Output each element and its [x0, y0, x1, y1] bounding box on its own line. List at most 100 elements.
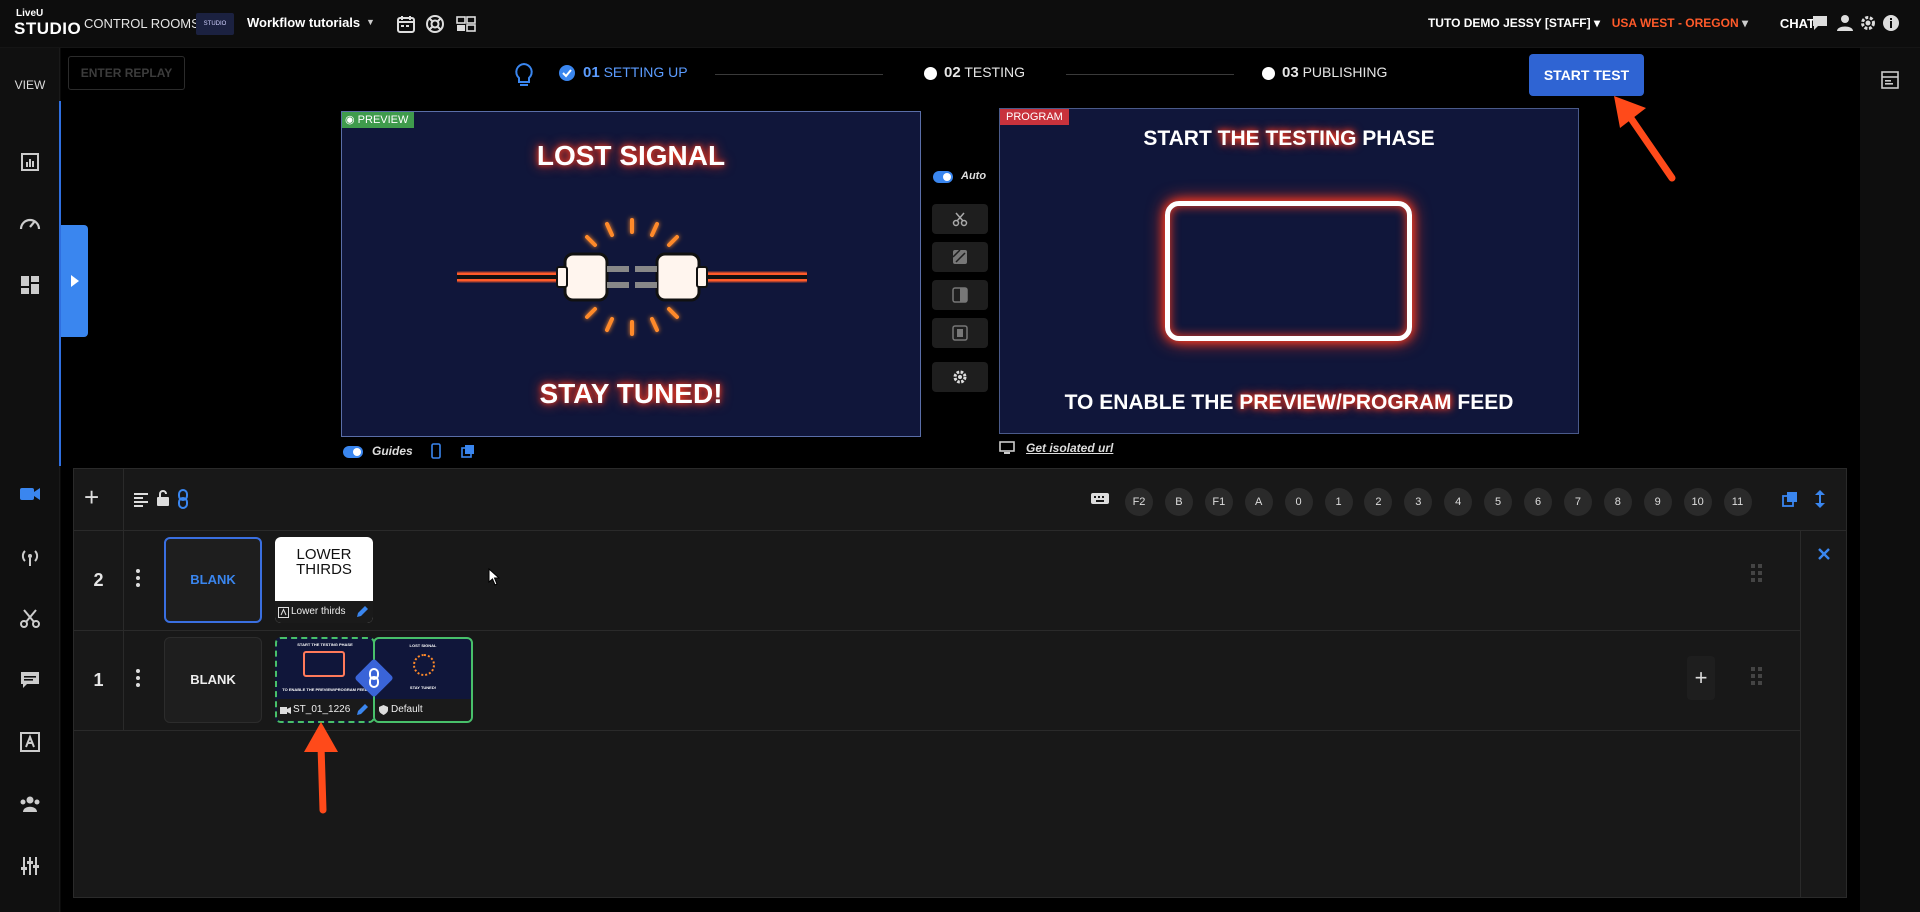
card-mini-text: LOST SIGNAL — [409, 643, 437, 648]
hotkey-button[interactable]: 10 — [1683, 488, 1712, 516]
hotkey-button[interactable]: 3 — [1404, 488, 1433, 516]
control-rooms-link[interactable]: CONTROL ROOMS — [84, 16, 200, 31]
gear-icon[interactable] — [1859, 14, 1877, 32]
broadcast-icon[interactable] — [18, 544, 42, 568]
scissors-icon[interactable] — [18, 606, 42, 630]
liveu-studio-logo[interactable]: LiveU STUDIO — [14, 8, 81, 40]
comment-icon[interactable] — [18, 668, 42, 692]
step-publishing[interactable]: 03 PUBLISHING — [1282, 64, 1387, 81]
view-label[interactable]: VIEW — [0, 78, 60, 92]
cut-transition-button[interactable] — [932, 204, 988, 234]
sidebar-expander[interactable] — [61, 225, 88, 337]
keyboard-icon[interactable] — [1090, 491, 1110, 507]
enter-replay-button[interactable]: ENTER REPLAY — [68, 56, 185, 90]
edit-pencil-icon[interactable] — [355, 605, 369, 619]
wipe-transition-button[interactable] — [932, 280, 988, 310]
link-icon[interactable] — [177, 489, 189, 509]
resize-vertical-icon[interactable] — [1814, 489, 1826, 509]
lightbulb-icon[interactable] — [513, 62, 535, 88]
text-icon[interactable] — [18, 730, 42, 754]
hotkey-button[interactable]: F1 — [1204, 488, 1233, 516]
step-dot — [1262, 67, 1275, 80]
calendar-icon[interactable] — [395, 13, 417, 35]
hotkey-button[interactable]: 1 — [1324, 488, 1353, 516]
program-subline-part: FEED — [1451, 391, 1514, 414]
annotation-arrow-icon — [304, 722, 338, 814]
hotkey-button[interactable]: 5 — [1484, 488, 1513, 516]
card-mini-text: TO ENABLE THE PREVIEW/PROGRAM FEED — [282, 687, 368, 692]
step-testing[interactable]: 02 TESTING — [944, 64, 1025, 81]
user-menu[interactable]: TUTO DEMO JESSY [STAFF] ▾ — [1428, 16, 1600, 30]
step-setting-up[interactable]: 01 SETTING UP — [583, 64, 688, 81]
hotkey-button[interactable]: A — [1244, 488, 1273, 516]
close-icon[interactable] — [1817, 547, 1831, 561]
step-number: 02 — [944, 64, 961, 81]
preview-monitor[interactable]: ◉ PREVIEW LOST SIGNAL STAY TUNED! — [341, 111, 921, 437]
info-icon[interactable] — [1882, 14, 1900, 32]
hotkey-button[interactable]: 0 — [1284, 488, 1313, 516]
lifebuoy-icon[interactable] — [424, 13, 446, 35]
edit-pencil-icon[interactable] — [355, 703, 369, 717]
transition-settings-button[interactable] — [932, 362, 988, 392]
guides-label: Guides — [372, 444, 413, 458]
hotkey-button[interactable]: 9 — [1643, 488, 1672, 516]
hotkey-button[interactable]: 11 — [1723, 488, 1752, 516]
start-test-button[interactable]: START TEST — [1529, 54, 1644, 96]
text-icon — [278, 607, 289, 618]
duplicate-icon[interactable] — [1781, 490, 1799, 508]
shield-icon — [379, 705, 388, 715]
card-footer-label: Default — [391, 704, 423, 715]
guides-toggle[interactable] — [343, 446, 363, 458]
sliders-icon[interactable] — [18, 854, 42, 878]
panel-toggle-icon[interactable] — [1880, 70, 1900, 90]
align-left-icon[interactable] — [133, 491, 149, 507]
camera-icon[interactable] — [18, 482, 42, 506]
card-mini-text: START THE TESTING PHASE — [297, 642, 353, 647]
unlock-icon[interactable] — [155, 489, 171, 507]
blank-source-button[interactable]: BLANK — [164, 537, 262, 623]
user-icon[interactable] — [1836, 14, 1854, 32]
add-layer-button[interactable]: + — [84, 483, 108, 513]
lower-thirds-card[interactable]: LOWER THIRDS Lower thirds — [275, 537, 373, 623]
push-transition-button[interactable] — [932, 318, 988, 348]
stats-icon[interactable] — [18, 150, 42, 174]
hotkey-button[interactable]: 7 — [1563, 488, 1592, 516]
hotkey-button[interactable]: 6 — [1524, 488, 1552, 516]
region-name: USA WEST - OREGON — [1611, 16, 1739, 30]
mix-icon — [952, 249, 967, 264]
phone-icon[interactable] — [430, 443, 442, 459]
duplicate-icon[interactable] — [460, 443, 476, 459]
users-icon[interactable] — [18, 792, 42, 816]
program-monitor[interactable]: PROGRAM START THE TESTING PHASE TO ENABL… — [999, 108, 1579, 434]
chevron-down-icon[interactable]: ▼ — [366, 17, 375, 27]
drag-handle-icon[interactable] — [1750, 563, 1764, 585]
hotkey-button[interactable]: B — [1164, 488, 1193, 516]
layer-menu-icon[interactable] — [136, 669, 142, 689]
chat-button[interactable]: CHAT — [1780, 16, 1815, 31]
hotkey-button[interactable]: F2 — [1125, 488, 1153, 516]
region-selector[interactable]: USA WEST - OREGON ▾ — [1612, 16, 1748, 30]
hotkey-button[interactable]: 4 — [1444, 488, 1473, 516]
blank-source-button[interactable]: BLANK — [164, 637, 262, 723]
layer-row: 1 BLANK START THE TESTING PHASE TO ENABL… — [74, 631, 1800, 731]
chat-bubble-icon[interactable] — [1811, 14, 1829, 32]
get-isolated-url-link[interactable]: Get isolated url — [1026, 441, 1113, 455]
hotkey-button[interactable]: 8 — [1603, 488, 1632, 516]
mouse-cursor-icon — [488, 568, 500, 586]
multiview-icon[interactable] — [455, 13, 477, 35]
hotkey-button[interactable]: 2 — [1364, 488, 1393, 516]
drag-handle-icon[interactable] — [1750, 666, 1764, 688]
gauge-icon[interactable] — [18, 212, 42, 236]
mini-plug — [413, 654, 435, 676]
mix-transition-button[interactable] — [932, 242, 988, 272]
layer-menu-icon[interactable] — [136, 569, 142, 589]
auto-toggle[interactable] — [933, 171, 953, 183]
room-name-dropdown[interactable]: Workflow tutorials — [247, 15, 360, 30]
link-icon — [369, 668, 379, 688]
layout-icon[interactable] — [18, 273, 42, 297]
add-source-button[interactable]: + — [1687, 656, 1715, 700]
top-bar: LiveU STUDIO CONTROL ROOMS STUDIO Workfl… — [0, 0, 1920, 48]
program-headline: START THE TESTING PHASE — [1000, 127, 1578, 151]
card-footer-label: ST_01_1226 — [293, 704, 351, 715]
step-label: TESTING — [964, 64, 1025, 80]
